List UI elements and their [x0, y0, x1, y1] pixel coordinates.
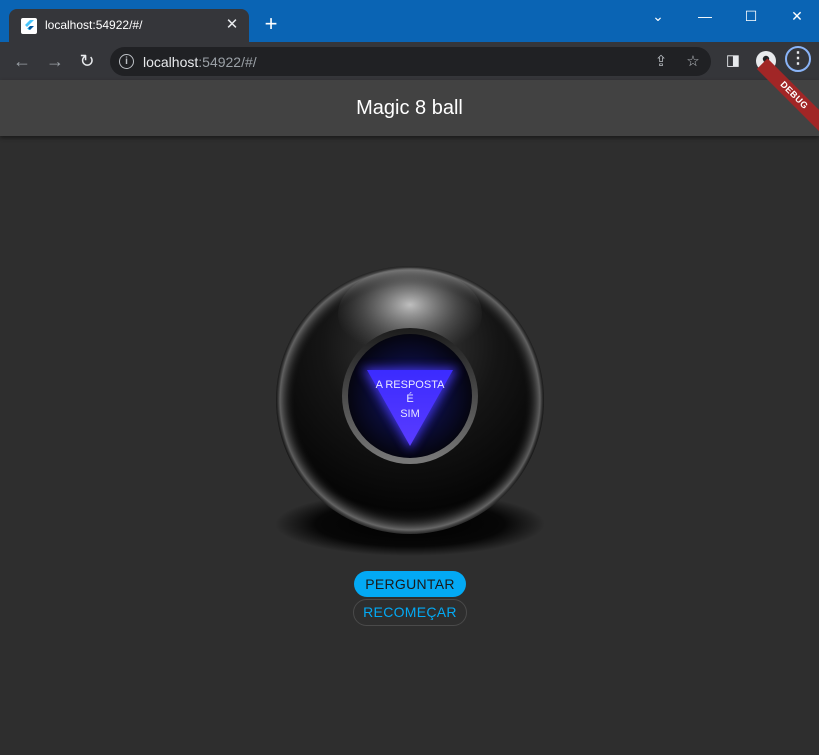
close-window-icon[interactable]: ✕: [777, 4, 817, 28]
app-bar: Magic 8 ball: [0, 80, 819, 136]
forward-icon[interactable]: →: [44, 50, 66, 72]
close-tab-icon[interactable]: ✕: [223, 16, 241, 34]
share-icon[interactable]: ⇪: [651, 52, 671, 72]
new-tab-button[interactable]: +: [259, 13, 283, 37]
site-info-icon[interactable]: i: [119, 54, 134, 69]
flutter-icon: [21, 18, 37, 34]
answer-line-3: SIM: [400, 408, 420, 420]
tab-title: localhost:54922/#/: [45, 18, 143, 32]
ask-button[interactable]: PERGUNTAR: [354, 571, 466, 597]
browser-titlebar: localhost:54922/#/ ✕ + ⌄ — ☐ ✕: [0, 0, 819, 42]
answer-line-2: É: [406, 392, 413, 405]
minimize-icon[interactable]: —: [685, 4, 725, 28]
magic-8-ball: A RESPOSTA É SIM: [258, 256, 562, 560]
page-title: Magic 8 ball: [356, 97, 463, 119]
address-url[interactable]: localhost:54922/#/: [143, 54, 257, 70]
back-icon[interactable]: ←: [11, 50, 33, 72]
star-icon[interactable]: ☆: [683, 52, 703, 72]
address-bar[interactable]: i localhost:54922/#/ ⇪ ☆: [110, 47, 711, 76]
answer-line-1: A RESPOSTA: [376, 379, 446, 391]
side-panel-icon[interactable]: ◨: [722, 50, 744, 72]
browser-tab[interactable]: localhost:54922/#/ ✕: [9, 9, 249, 42]
browser-toolbar: ← → ↻ i localhost:54922/#/ ⇪ ☆ ◨: [0, 42, 819, 80]
maximize-icon[interactable]: ☐: [731, 4, 771, 28]
reload-icon[interactable]: ↻: [76, 50, 98, 72]
reset-button[interactable]: RECOMEÇAR: [353, 599, 467, 626]
browser-menu-icon[interactable]: ⋮: [785, 46, 811, 72]
tab-search-icon[interactable]: ⌄: [638, 4, 678, 28]
